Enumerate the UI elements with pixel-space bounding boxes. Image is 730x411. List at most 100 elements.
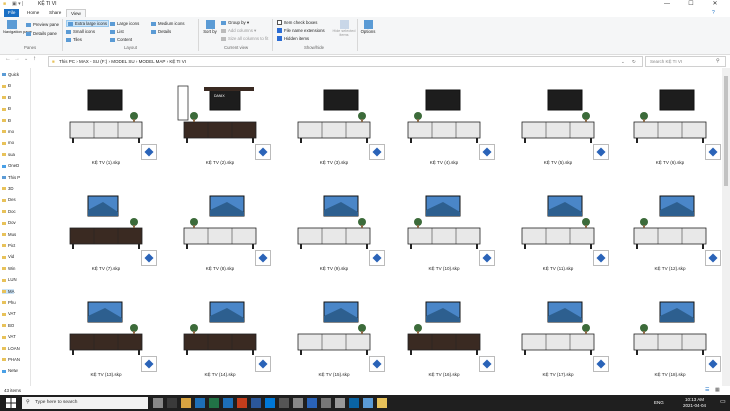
add-columns-button[interactable]: Add columns ▾ xyxy=(221,28,256,34)
nav-item[interactable]: Netw xyxy=(2,368,18,373)
nav-item[interactable]: OneD xyxy=(2,163,19,168)
file-item[interactable]: KỆ TV (8).skp xyxy=(173,188,271,285)
app-icon[interactable] xyxy=(363,398,373,408)
layout-medium-icons[interactable]: Medium icons xyxy=(151,21,185,26)
app-icon[interactable] xyxy=(293,398,303,408)
nav-item[interactable]: LUN xyxy=(2,277,17,282)
maximize-button[interactable]: ☐ xyxy=(680,0,702,9)
options-button[interactable]: Options xyxy=(360,20,376,44)
input-language[interactable]: ENG xyxy=(654,400,664,405)
file-item[interactable]: KỆ TV (12).skp xyxy=(623,188,721,285)
tab-home[interactable]: Home xyxy=(23,9,43,17)
nav-item[interactable]: Đ xyxy=(2,95,11,100)
nav-item[interactable]: Vid xyxy=(2,254,14,259)
layout-details[interactable]: Details xyxy=(151,29,171,34)
file-item[interactable]: DANIX KỆ TV (2).skp xyxy=(173,82,271,179)
forward-arrow-icon[interactable]: → xyxy=(14,56,20,62)
nav-item[interactable]: Mus xyxy=(2,232,16,237)
layout-extra-large-icons[interactable]: Extra large icons xyxy=(66,20,110,27)
item-checkboxes-toggle[interactable]: Item check boxes xyxy=(277,20,317,26)
nav-item[interactable]: Des xyxy=(2,197,16,202)
nav-item[interactable]: Doc xyxy=(2,209,16,214)
file-item[interactable]: KỆ TV (11).skp xyxy=(511,188,609,285)
file-extensions-toggle[interactable]: File name extensions xyxy=(277,28,325,34)
navigation-pane-button[interactable]: Navigation pane xyxy=(3,20,32,42)
preview-pane-button[interactable]: Preview pane xyxy=(26,22,59,27)
powerpoint-icon[interactable] xyxy=(237,398,247,408)
app-icon[interactable] xyxy=(377,398,387,408)
file-item[interactable]: KỆ TV (18).skp xyxy=(623,294,721,391)
back-arrow-icon[interactable]: ← xyxy=(5,56,11,62)
file-item[interactable]: KỆ TV (9).skp xyxy=(287,188,385,285)
hide-selected-button[interactable]: Hide selected items xyxy=(332,20,356,44)
nav-item[interactable]: Đ xyxy=(2,106,11,111)
nav-item[interactable]: BO xyxy=(2,323,14,328)
app-icon[interactable] xyxy=(349,398,359,408)
close-button[interactable]: ✕ xyxy=(704,0,726,9)
file-item[interactable]: KỆ TV (4).skp xyxy=(397,82,495,179)
app-icon[interactable] xyxy=(321,398,331,408)
tab-file[interactable]: File xyxy=(4,9,20,17)
layout-list[interactable]: List xyxy=(110,29,124,34)
task-view-icon[interactable] xyxy=(153,398,163,408)
file-item[interactable]: KỆ TV (6).skp xyxy=(623,82,721,179)
nav-item[interactable]: MA xyxy=(2,288,15,294)
nav-item[interactable]: Dov xyxy=(2,220,16,225)
file-item[interactable]: KỆ TV (1).skp xyxy=(59,82,157,179)
quick-access-icons[interactable]: ▣ ▾ | xyxy=(12,1,23,7)
file-item[interactable]: KỆ TV (5).skp xyxy=(511,82,609,179)
nav-item[interactable]: 3D xyxy=(2,186,14,191)
file-item[interactable]: KỆ TV (15).skp xyxy=(287,294,385,391)
excel-icon[interactable] xyxy=(209,398,219,408)
large-icons-view-icon[interactable]: ▦ xyxy=(715,387,720,393)
size-all-columns-button[interactable]: Size all columns to fit xyxy=(221,36,268,41)
nav-item[interactable]: Pict xyxy=(2,243,15,248)
layout-small-icons[interactable]: Small icons xyxy=(66,29,95,34)
nav-item[interactable]: VAT xyxy=(2,334,16,339)
file-item[interactable]: KỆ TV (17).skp xyxy=(511,294,609,391)
edge-icon[interactable] xyxy=(195,398,205,408)
app-icon[interactable] xyxy=(335,398,345,408)
minimize-button[interactable]: — xyxy=(656,0,678,9)
taskbar-search-input[interactable]: Type here to search xyxy=(35,400,77,405)
sort-by-button[interactable]: Sort by xyxy=(203,20,217,44)
nav-item[interactable]: Đ xyxy=(2,118,11,123)
layout-large-icons[interactable]: Large icons xyxy=(110,21,139,26)
nav-item[interactable]: mo xyxy=(2,140,14,145)
nav-item[interactable]: sua xyxy=(2,152,15,157)
up-arrow-icon[interactable]: ↑ xyxy=(33,56,36,62)
file-explorer-icon[interactable] xyxy=(181,398,191,408)
clock-date[interactable]: 2021-04-04 xyxy=(683,403,706,408)
help-icon[interactable]: ? xyxy=(712,10,715,16)
details-pane-button[interactable]: Details pane xyxy=(26,31,57,36)
app-icon[interactable] xyxy=(167,398,177,408)
taskbar-search[interactable]: ⚲ Type here to search xyxy=(22,397,148,409)
file-item[interactable]: KỆ TV (13).skp xyxy=(59,294,157,391)
nav-item[interactable]: LOAN xyxy=(2,346,20,351)
hidden-items-toggle[interactable]: Hidden items xyxy=(277,36,309,42)
group-by-button[interactable]: Group by ▾ xyxy=(221,20,249,26)
file-item[interactable]: KỆ TV (3).skp xyxy=(287,82,385,179)
windows-start-icon[interactable] xyxy=(6,398,16,408)
app-icon[interactable] xyxy=(279,398,289,408)
file-item[interactable]: KỆ TV (7).skp xyxy=(59,188,157,285)
layout-content[interactable]: Content xyxy=(110,37,132,42)
tab-share[interactable]: Share xyxy=(45,9,65,17)
nav-item[interactable]: Win xyxy=(2,266,15,271)
search-box[interactable]: Search KỆ TI VI ⚲ xyxy=(645,56,726,67)
search-input[interactable]: Search KỆ TI VI xyxy=(650,57,682,66)
details-view-icon[interactable]: ☰ xyxy=(705,387,709,393)
file-item[interactable]: KỆ TV (14).skp xyxy=(173,294,271,391)
chevron-down-icon[interactable]: ⌄ xyxy=(621,57,625,66)
nav-item[interactable]: Quick xyxy=(2,72,19,77)
file-item[interactable]: KỆ TV (16).skp xyxy=(397,294,495,391)
file-item[interactable]: KỆ TV (10).skp xyxy=(397,188,495,285)
nav-item[interactable]: Đ xyxy=(2,83,11,88)
nav-item[interactable]: PHAN xyxy=(2,357,20,362)
nav-item[interactable]: This P xyxy=(2,175,20,180)
nav-item[interactable]: Phu xyxy=(2,300,16,305)
word-icon[interactable] xyxy=(251,398,261,408)
layout-tiles[interactable]: Tiles xyxy=(66,37,82,42)
recent-dropdown-icon[interactable]: ⌄ xyxy=(24,56,28,62)
sketchup-icon[interactable] xyxy=(307,398,317,408)
